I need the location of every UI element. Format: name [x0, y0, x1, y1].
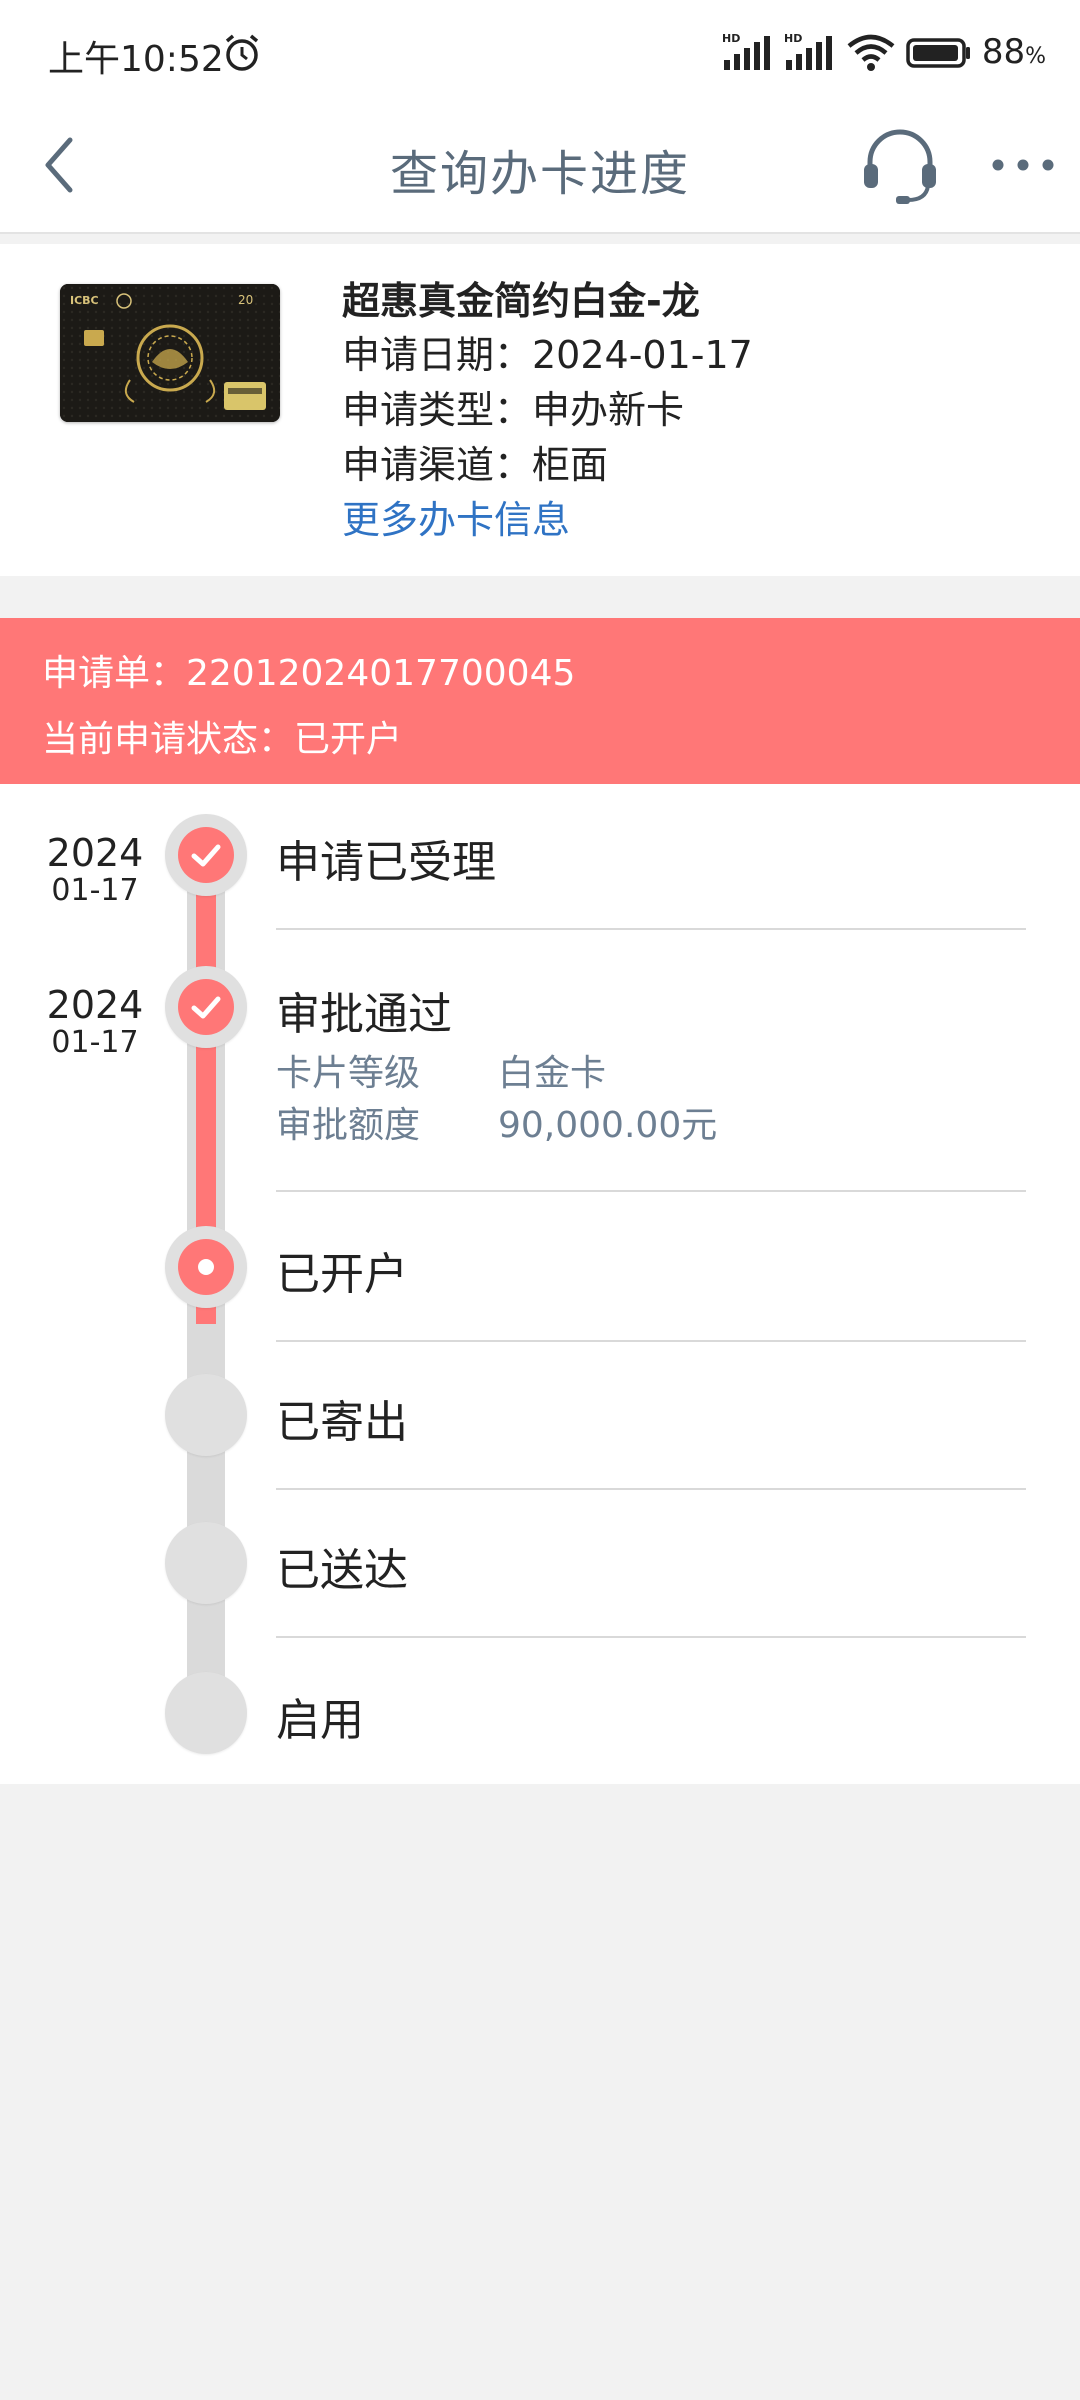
- divider: [276, 1340, 1026, 1342]
- step-node-current: [165, 1226, 247, 1308]
- step-label: 已寄出: [276, 1397, 408, 1448]
- status-bar: 上午10:52 HD HD 88%: [0, 0, 1080, 100]
- step-node-done: [165, 966, 247, 1048]
- step-date: 2024 01-17: [46, 983, 144, 1060]
- detail-row: 卡片等级 白金卡: [276, 1044, 606, 1096]
- svg-text:20: 20: [238, 293, 253, 307]
- detail-value: 白金卡: [498, 1053, 607, 1094]
- svg-text:HD: HD: [722, 32, 740, 45]
- divider: [276, 1488, 1026, 1490]
- step-label: 审批通过: [276, 989, 452, 1040]
- progress-timeline: 2024 01-17 申请已受理 2024 01-17 审批通过 卡片等级 白金…: [0, 784, 1080, 1784]
- detail-row: 审批额度 90,000.00元: [276, 1096, 717, 1148]
- apply-date: 申请日期：2024-01-17: [342, 333, 753, 377]
- credit-card-image: ICBC 20: [60, 284, 280, 422]
- detail-key: 审批额度: [276, 1105, 421, 1146]
- battery-icon: [906, 38, 970, 68]
- divider: [276, 1190, 1026, 1192]
- status-right: HD HD 88%: [722, 28, 1046, 76]
- check-icon: [191, 996, 221, 1019]
- step-label: 已开户: [276, 1249, 408, 1300]
- application-status-banner: 申请单：22012024017700045 当前申请状态：已开户: [0, 618, 1080, 784]
- signal-hd-icon: HD: [722, 32, 770, 70]
- card-product-name: 超惠真金简约白金-龙: [342, 279, 700, 323]
- step-label: 申请已受理: [276, 837, 496, 888]
- card-info-section: ICBC 20 超惠真金简约白金-龙 申请日期：2024-01-17 申请类型：…: [0, 244, 1080, 576]
- card-details: 超惠真金简约白金-龙 申请日期：2024-01-17 申请类型：申办新卡 申请渠…: [342, 274, 753, 548]
- more-options-icon[interactable]: [988, 140, 1058, 190]
- wifi-icon: [847, 34, 895, 71]
- step-node-pending: [165, 1522, 247, 1604]
- card-artwork: ICBC 20: [60, 284, 280, 422]
- divider: [276, 1636, 1026, 1638]
- battery-percent: 88%: [981, 32, 1046, 72]
- card-brand-text: ICBC: [70, 294, 99, 307]
- detail-key: 卡片等级: [276, 1053, 421, 1094]
- nav-bar: 查询办卡进度: [0, 100, 1080, 234]
- step-label: 已送达: [276, 1545, 408, 1596]
- alarm-icon: [225, 34, 259, 71]
- step-label: 启用: [276, 1695, 364, 1746]
- signal-hd-icon-2: HD: [784, 32, 832, 70]
- step-date: 2024 01-17: [46, 831, 144, 908]
- svg-text:HD: HD: [784, 32, 802, 45]
- divider: [276, 928, 1026, 930]
- detail-value: 90,000.00元: [498, 1105, 718, 1146]
- apply-channel: 申请渠道：柜面: [342, 443, 609, 487]
- step-node-pending: [165, 1672, 247, 1754]
- apply-type: 申请类型：申办新卡: [342, 388, 685, 432]
- application-number: 申请单：22012024017700045: [42, 653, 576, 694]
- step-node-done: [165, 814, 247, 896]
- more-card-info-link[interactable]: 更多办卡信息: [342, 493, 753, 548]
- check-icon: [191, 844, 221, 867]
- status-time: 上午10:52: [48, 39, 224, 80]
- current-status: 当前申请状态：已开户: [42, 719, 403, 760]
- step-node-pending: [165, 1374, 247, 1456]
- customer-service-headset-icon[interactable]: [860, 126, 940, 206]
